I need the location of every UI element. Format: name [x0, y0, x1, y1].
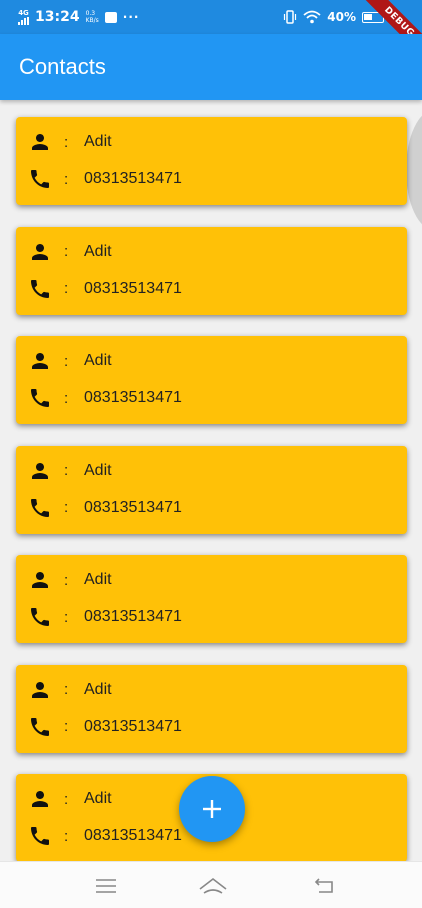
status-left: 4G 13:24 0.3 KB/s ···: [18, 9, 139, 25]
menu-button[interactable]: [88, 872, 124, 900]
separator: :: [64, 280, 69, 297]
plus-icon: [203, 800, 221, 818]
network-type: 4G: [18, 8, 29, 17]
contact-phone: 08313513471: [84, 389, 182, 406]
name-row: : Adit: [28, 349, 112, 373]
name-row: : Adit: [28, 787, 112, 811]
separator: :: [64, 243, 69, 260]
separator: :: [64, 352, 69, 370]
more-notifications: ···: [122, 10, 140, 24]
name-row: : Adit: [28, 678, 112, 702]
contact-card[interactable]: : Adit : 08313513471: [16, 664, 407, 753]
battery-percent: 40%: [327, 10, 356, 24]
contact-card[interactable]: : Adit : 08313513471: [16, 445, 407, 534]
separator: :: [64, 499, 69, 516]
person-icon: [32, 134, 48, 150]
person-icon: [32, 462, 48, 479]
phone-row: : 08313513471: [28, 715, 182, 739]
phone-icon: [31, 279, 49, 298]
phone-row: : 08313513471: [28, 496, 182, 520]
add-contact-button[interactable]: [179, 776, 245, 842]
status-right: 40%: [283, 10, 384, 24]
back-button[interactable]: [306, 872, 342, 900]
phone-icon: [31, 827, 49, 845]
system-nav-bar: [0, 861, 422, 908]
contact-phone: 08313513471: [84, 279, 182, 297]
contact-card[interactable]: : Adit : 08313513471: [16, 117, 407, 205]
vibrate-icon: [284, 10, 297, 24]
phone-row: : 08313513471: [28, 386, 182, 410]
name-row: : Adit: [28, 130, 112, 154]
phone-icon: [31, 170, 49, 188]
back-icon: [314, 878, 333, 893]
phone-icon: [31, 717, 49, 736]
contact-phone: 08313513471: [84, 170, 182, 187]
network-speed-unit: KB/s: [85, 17, 99, 24]
status-bar: 4G 13:24 0.3 KB/s ··· 40%: [0, 0, 422, 34]
contact-card[interactable]: : Adit : 08313513471: [16, 555, 407, 643]
contact-name: Adit: [84, 571, 112, 588]
phone-icon: [31, 389, 49, 407]
contact-list[interactable]: : Adit : 08313513471 : Adit : 0831351347…: [0, 100, 422, 861]
separator: :: [64, 827, 69, 845]
phone-row: : 08313513471: [28, 605, 182, 629]
phone-row: : 08313513471: [28, 167, 182, 191]
person-icon: [32, 791, 48, 807]
contact-name: Adit: [84, 133, 112, 150]
separator: :: [64, 571, 69, 589]
contact-name: Adit: [84, 242, 112, 260]
separator: :: [64, 462, 69, 479]
name-row: : Adit: [28, 568, 112, 592]
name-row: : Adit: [28, 459, 112, 483]
contact-card[interactable]: : Adit : 08313513471: [16, 226, 407, 315]
contact-name: Adit: [84, 352, 112, 369]
contact-phone: 08313513471: [84, 498, 182, 516]
menu-icon: [96, 879, 116, 893]
wifi-icon: [303, 10, 321, 24]
network-speed: 0.3 KB/s: [86, 10, 99, 24]
separator: :: [64, 790, 69, 808]
home-icon: [199, 877, 227, 894]
contact-phone: 08313513471: [84, 608, 182, 625]
sim-badge-icon: [104, 11, 117, 23]
separator: :: [64, 681, 69, 698]
phone-icon: [31, 608, 49, 626]
separator: :: [64, 389, 69, 407]
contact-phone: 08313513471: [84, 717, 182, 735]
separator: :: [64, 170, 69, 188]
overscroll-glow: [406, 110, 422, 230]
contact-card[interactable]: : Adit : 08313513471: [16, 336, 407, 424]
person-icon: [32, 243, 48, 260]
contact-phone: 08313513471: [84, 827, 182, 844]
separator: :: [64, 718, 69, 735]
page-title: Contacts: [19, 54, 106, 79]
contact-name: Adit: [84, 461, 112, 479]
separator: :: [64, 608, 69, 626]
home-button[interactable]: [195, 872, 231, 900]
name-row: : Adit: [28, 240, 112, 264]
app-bar: Contacts: [0, 34, 422, 100]
clock: 13:24: [35, 9, 80, 25]
contact-name: Adit: [84, 790, 112, 807]
person-icon: [32, 681, 48, 698]
phone-row: : 08313513471: [28, 277, 182, 301]
contact-name: Adit: [84, 680, 112, 698]
phone-icon: [31, 498, 49, 517]
person-icon: [32, 353, 48, 369]
person-icon: [32, 572, 48, 588]
separator: :: [64, 133, 69, 151]
signal-icon: 4G: [18, 8, 29, 25]
network-speed-value: 0.3: [85, 10, 96, 17]
phone-row: : 08313513471: [28, 824, 182, 848]
